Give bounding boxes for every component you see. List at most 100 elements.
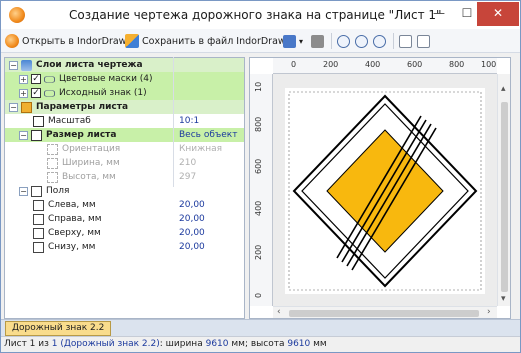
visibility-checkbox[interactable]: ✓: [31, 74, 41, 84]
tree-item-sheet-params[interactable]: − Параметры листа: [5, 100, 244, 114]
margin-bottom-label: Снизу, мм: [48, 242, 96, 252]
status-sheet-of: Лист 1 из: [4, 339, 49, 349]
status-sheet-count: 1: [51, 339, 58, 349]
tree-item-margin-left[interactable]: Слева, мм 20,00: [5, 198, 244, 212]
tree-item-source-sign[interactable]: + ✓ Исходный знак (1): [5, 86, 244, 100]
scale-value[interactable]: 10:1: [179, 116, 199, 126]
sheet-size-value[interactable]: Весь объект: [179, 130, 237, 140]
scroll-thumb[interactable]: [501, 102, 508, 292]
status-height-value: 9610: [287, 339, 311, 349]
height-icon: [47, 171, 58, 183]
layers-label: Слои листа чертежа: [36, 60, 143, 70]
save-icon: [125, 34, 139, 48]
properties-panel: − Слои листа чертежа + ✓ Цветовые маски …: [4, 57, 245, 319]
scroll-left-icon[interactable]: ‹: [277, 307, 281, 317]
tree-item-margin-right[interactable]: Справа, мм 20,00: [5, 212, 244, 226]
drawing-canvas[interactable]: [273, 74, 497, 306]
horizontal-ruler: 0 200 400 600 800 100: [273, 58, 497, 74]
margin-left-value[interactable]: 20,00: [179, 200, 205, 210]
open-in-indordraw-button[interactable]: Открыть в IndorDraw: [5, 33, 126, 49]
collapse-icon[interactable]: −: [9, 60, 18, 70]
margin-right-icon: [33, 213, 44, 225]
sheet-size-label: Размер листа: [46, 130, 117, 140]
dropdown-arrow-icon[interactable]: ▾: [299, 37, 303, 46]
ruler-tick: 400: [365, 60, 381, 69]
margins-icon: [31, 185, 42, 197]
save-to-file-button[interactable]: Сохранить в файл IndorDraw...: [125, 33, 294, 49]
collapse-icon[interactable]: −: [9, 102, 18, 112]
zoom-out-button[interactable]: [373, 33, 389, 49]
margin-right-value[interactable]: 20,00: [179, 214, 205, 224]
pan-button[interactable]: [337, 33, 353, 49]
ruler-tick: 600: [254, 158, 263, 174]
orientation-value: Книжная: [179, 144, 223, 154]
collapse-icon[interactable]: −: [19, 186, 28, 196]
tree-item-layers[interactable]: − Слои листа чертежа: [5, 58, 244, 72]
ruler-tick: 0: [254, 292, 263, 298]
margin-bottom-value[interactable]: 20,00: [179, 242, 205, 252]
sheet-params-label: Параметры листа: [36, 102, 129, 112]
width-label: Ширина, мм: [62, 158, 120, 168]
tree-item-scale[interactable]: Масштаб 10:1: [5, 114, 244, 128]
visibility-checkbox[interactable]: ✓: [31, 88, 41, 98]
tree-item-orientation: Ориентация Книжная: [5, 142, 244, 156]
tree-item-color-masks[interactable]: + ✓ Цветовые маски (4): [5, 72, 244, 86]
status-width-text: : ширина: [159, 339, 203, 349]
scale-label: Масштаб: [48, 116, 91, 126]
fit-page-button[interactable]: [417, 33, 433, 49]
ruler-tick: 800: [254, 116, 263, 132]
status-width-value: 9610: [205, 339, 229, 349]
tree-item-sheet-size[interactable]: − Размер листа Весь объект: [5, 128, 244, 142]
road-sign-preview: [285, 88, 485, 294]
status-mm-height-text: мм; высота: [231, 339, 285, 349]
ruler-tick: 800: [449, 60, 465, 69]
expand-icon[interactable]: +: [19, 88, 28, 98]
indordraw-icon: [9, 7, 25, 23]
page-icon: [399, 34, 412, 48]
tree-item-width: Ширина, мм 210: [5, 156, 244, 170]
grid-divider: [173, 57, 174, 187]
scroll-thumb[interactable]: [289, 310, 479, 317]
print-button[interactable]: [311, 33, 327, 49]
toolbar-separator: [393, 33, 394, 49]
preview-panel: 0 200 400 600 800 100 10 800 600 400 200…: [249, 57, 511, 319]
status-mm-text: мм: [313, 339, 327, 349]
ruler-tick: 200: [254, 244, 263, 260]
tree-item-margin-top[interactable]: Сверху, мм 20,00: [5, 226, 244, 240]
tree-item-margin-bottom[interactable]: Снизу, мм 20,00: [5, 240, 244, 254]
margin-top-value[interactable]: 20,00: [179, 228, 205, 238]
tree-item-margins[interactable]: − Поля: [5, 184, 244, 198]
scroll-down-icon[interactable]: ▾: [501, 294, 506, 304]
height-label: Высота, мм: [62, 172, 116, 182]
export-button[interactable]: ▾: [283, 33, 303, 49]
minimize-icon[interactable]: —: [425, 2, 453, 26]
vertical-ruler: 10 800 600 400 200 0: [250, 74, 273, 306]
zoom-in-button[interactable]: [355, 33, 371, 49]
vertical-scrollbar[interactable]: ▴ ▾: [497, 74, 510, 306]
margin-top-label: Сверху, мм: [48, 228, 101, 238]
status-sign-link[interactable]: (Дорожный знак 2.2): [60, 339, 159, 349]
sheet-icon: [31, 129, 42, 141]
mask-icon: [44, 89, 55, 97]
export-icon: [283, 34, 296, 48]
scroll-right-icon[interactable]: ›: [487, 307, 491, 317]
ruler-tick: 400: [254, 200, 263, 216]
expand-icon[interactable]: +: [19, 74, 28, 84]
mask-icon: [44, 75, 55, 83]
page-setup-button[interactable]: [399, 33, 415, 49]
scroll-up-icon[interactable]: ▴: [501, 84, 506, 94]
ruler-tick: 100: [481, 60, 497, 69]
margin-right-label: Справа, мм: [48, 214, 102, 224]
hand-icon: [337, 34, 350, 48]
tab-road-sign[interactable]: Дорожный знак 2.2: [5, 321, 112, 336]
margins-label: Поля: [46, 186, 70, 196]
indordraw-icon: [5, 34, 19, 48]
source-sign-label: Исходный знак (1): [59, 88, 147, 98]
zoom-in-icon: [355, 34, 368, 48]
tree-item-height: Высота, мм 297: [5, 170, 244, 184]
open-button-label: Открыть в IndorDraw: [22, 35, 127, 47]
horizontal-scrollbar[interactable]: ‹ ›: [273, 306, 497, 318]
close-icon[interactable]: ✕: [477, 2, 519, 26]
width-icon: [47, 157, 58, 169]
collapse-icon[interactable]: −: [19, 130, 28, 140]
